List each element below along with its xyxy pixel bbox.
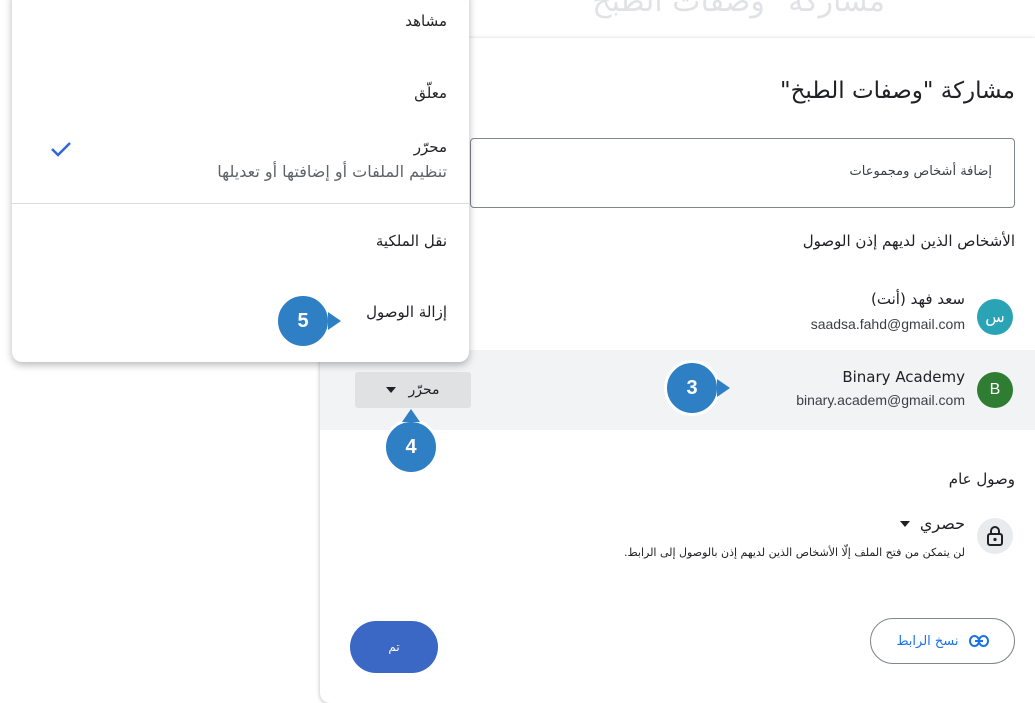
copy-link-label: نسخ الرابط <box>896 633 959 649</box>
menu-item-remove-access[interactable]: إزالة الوصول <box>366 303 447 321</box>
role-dropdown-button[interactable]: محرّر <box>355 372 471 408</box>
menu-divider <box>12 203 469 204</box>
add-people-input[interactable]: إضافة أشخاص ومجموعات <box>470 138 1015 208</box>
person-name: سعد فهد (أنت) <box>871 290 965 308</box>
people-with-access-label: الأشخاص الذين لديهم إذن الوصول <box>802 232 1015 250</box>
access-description: لن يتمكن من فتح الملف إلّا الأشخاص الذين… <box>623 546 965 559</box>
link-icon <box>968 635 989 647</box>
chevron-down-icon <box>386 387 397 393</box>
menu-item-editor[interactable]: محرّر <box>414 138 447 156</box>
lock-icon <box>977 518 1013 554</box>
chevron-down-icon <box>899 520 910 527</box>
avatar: س <box>977 299 1013 335</box>
menu-item-commenter[interactable]: معلّق <box>414 84 447 102</box>
person-email: saadsa.fahd@gmail.com <box>810 316 965 332</box>
menu-item-viewer[interactable]: مشاهد <box>405 12 447 30</box>
menu-item-editor-description: تنظيم الملفات أو إضافتها أو تعديلها <box>217 162 447 181</box>
background-title: مشاركة "وصفات الطبخ" <box>578 0 885 19</box>
add-people-placeholder: إضافة أشخاص ومجموعات <box>849 164 992 179</box>
avatar: B <box>977 372 1013 408</box>
person-name: Binary Academy <box>842 368 965 386</box>
general-access-label: وصول عام <box>948 470 1015 488</box>
role-label: محرّر <box>408 382 440 398</box>
role-menu: مشاهد معلّق محرّر تنظيم الملفات أو إضافت… <box>12 0 469 362</box>
step-4-callout: 4 <box>383 409 439 475</box>
menu-item-transfer-ownership[interactable]: نقل الملكية <box>376 232 447 250</box>
step-5-callout: 5 <box>275 293 341 349</box>
person-email: binary.academ@gmail.com <box>796 392 965 408</box>
check-icon <box>51 142 71 157</box>
done-button[interactable]: تم <box>350 621 438 673</box>
copy-link-button[interactable]: نسخ الرابط <box>870 618 1015 664</box>
access-mode-label: حصري <box>919 514 965 533</box>
dialog-title: مشاركة "وصفات الطبخ" <box>780 78 1015 104</box>
access-mode-dropdown[interactable]: حصري <box>899 514 965 533</box>
step-3-callout: 3 <box>664 360 730 416</box>
